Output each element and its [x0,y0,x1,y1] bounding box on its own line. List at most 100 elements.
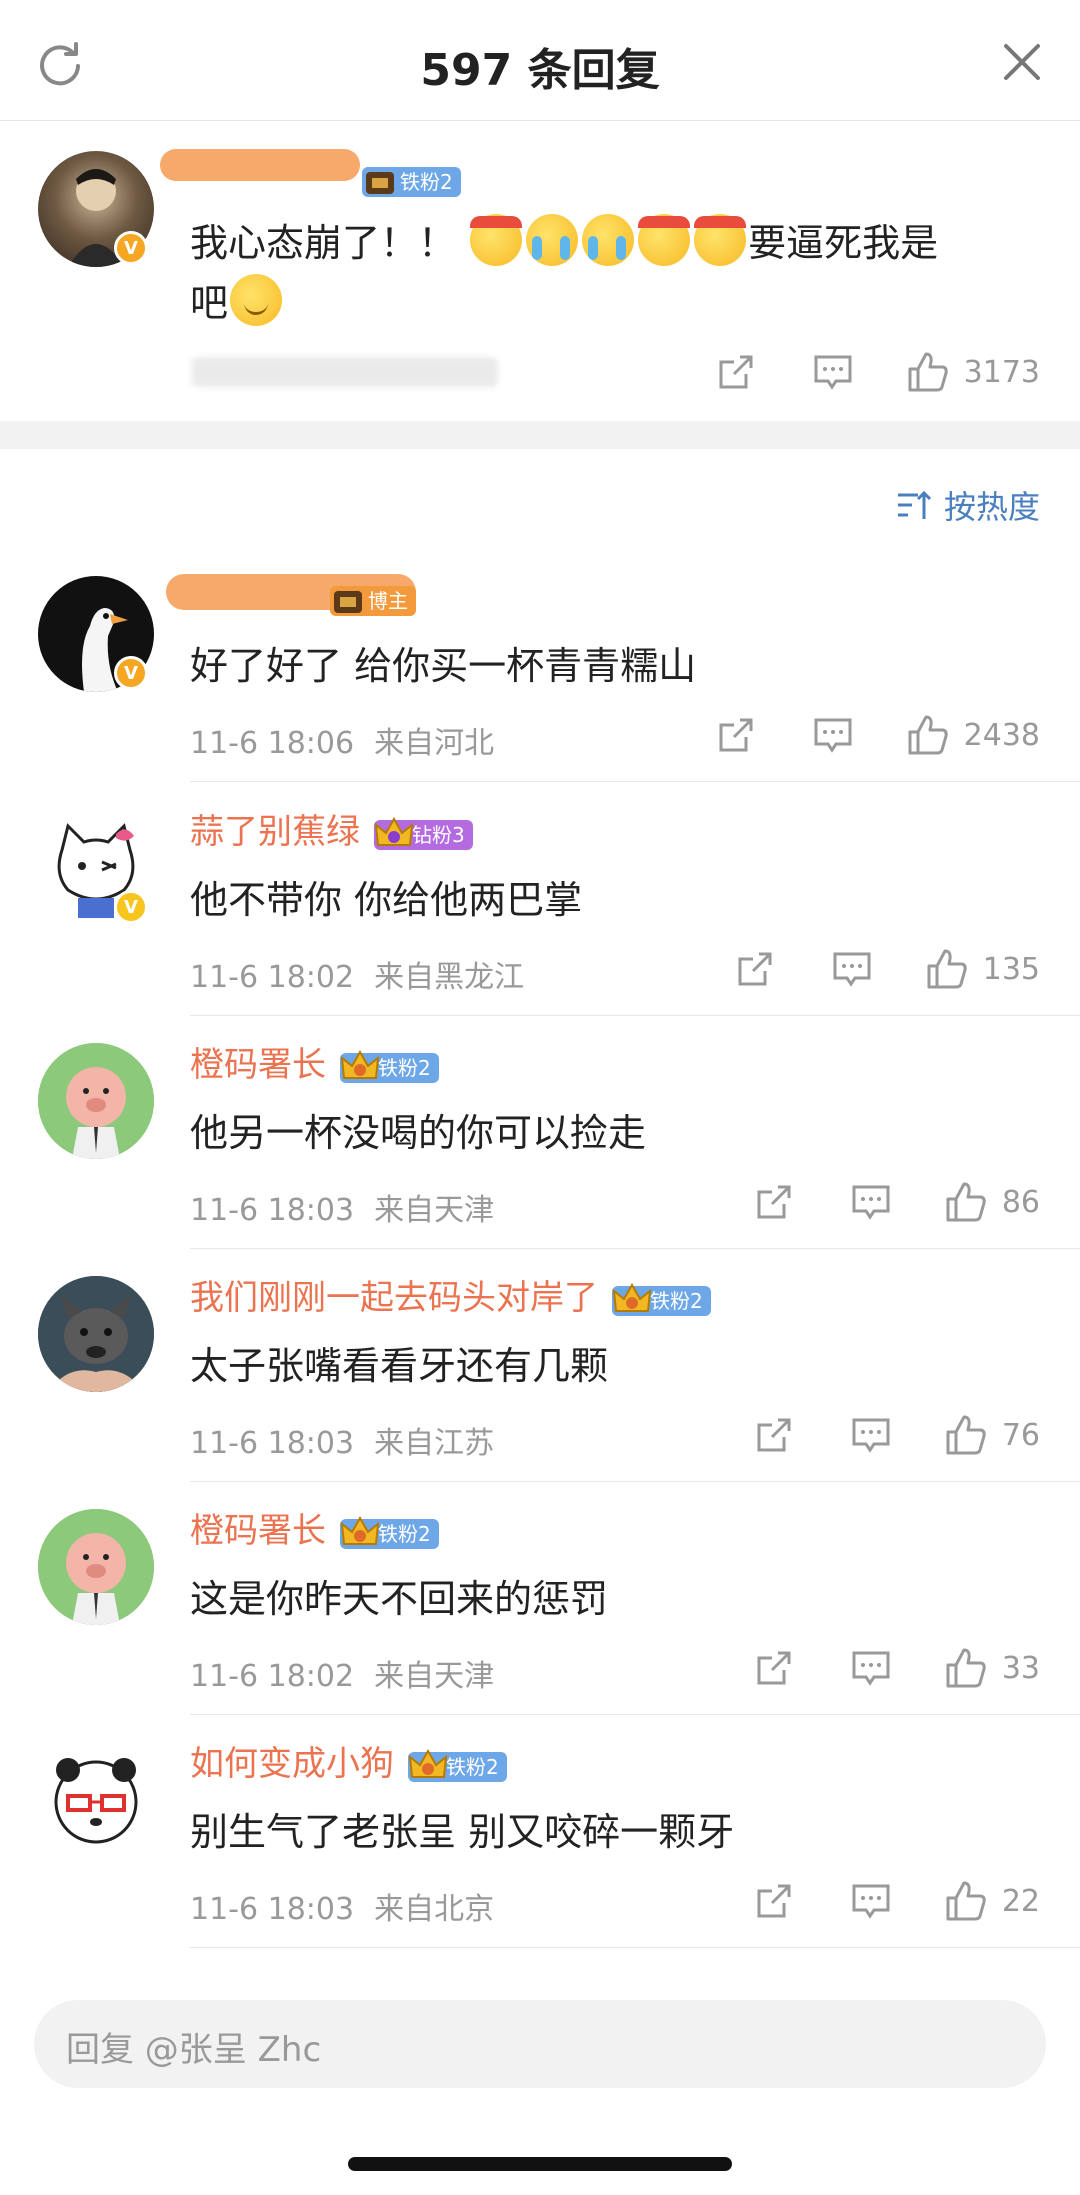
comment-icon [833,952,871,987]
share-icon [757,1884,791,1918]
comment-username[interactable]: 橙码署长 [190,1503,326,1552]
like-button[interactable]: 135 [925,947,1040,991]
fan-tag-label: 铁粉2 [650,1289,703,1313]
share-icon [757,1418,791,1452]
comment-button[interactable] [850,1415,892,1455]
like-count: 76 [1001,1417,1040,1453]
redacted-username [160,149,360,181]
like-button[interactable]: 3173 [906,350,1040,394]
comment-button[interactable] [850,1648,892,1688]
comment-location: 来自天津 [374,1659,495,1694]
comment-username[interactable]: 蒜了别蕉绿 [190,804,360,853]
comment-username[interactable]: 我们刚刚一起去码头对岸了 [190,1270,598,1319]
comment-button[interactable] [812,352,854,392]
share-button[interactable] [716,352,756,392]
post-text-line2: 吧 [190,273,284,333]
fan-tag: 博主 [330,586,416,616]
comment-item[interactable]: 如何变成小狗 铁粉2 别生气了老张呈 别又咬碎一颗牙 11-6 18:03 来自北京 22 [0,1714,1080,1948]
comment-actions: 135 [735,944,1040,994]
comment-time: 11-6 18:03 [190,1892,355,1927]
fan-tag: 铁粉2 [408,1748,507,1782]
comment-time: 11-6 18:02 [190,960,355,995]
share-button[interactable] [754,1881,794,1921]
comment-location: 来自黑龙江 [374,960,525,995]
share-button[interactable] [716,715,756,755]
comment-item[interactable]: 橙码署长 铁粉2 他另一杯没喝的你可以捡走 11-6 18:03 来自天津 86 [0,1015,1080,1249]
comment-item[interactable]: 我们刚刚一起去码头对岸了 铁粉2 太子张嘴看看牙还有几颗 11-6 18:03 来自江苏… [0,1248,1080,1482]
comment-text: 太子张嘴看看牙还有几颗 [190,1344,609,1388]
share-icon [757,1651,791,1685]
blurred-meta [192,357,498,387]
verified-badge-icon: V [114,890,148,924]
avatar[interactable] [38,1742,154,1858]
section-divider [0,421,1080,449]
home-indicator [348,2157,732,2171]
comment-button[interactable] [850,1881,892,1921]
thumbs-up-icon [908,352,948,392]
share-button[interactable] [754,1648,794,1688]
comment-icon [852,1651,890,1686]
page-title: 597 条回复 [420,45,660,96]
share-button[interactable] [754,1415,794,1455]
reply-input[interactable]: 回复 @张呈 Zhc [34,2000,1046,2088]
emoji-icon [582,214,635,266]
fan-tag-label: 铁粉2 [400,170,453,194]
comment-actions: 76 [754,1410,1040,1460]
comment-text: 别生气了老张呈 别又咬碎一颗牙 [190,1810,735,1854]
like-button[interactable]: 33 [944,1646,1040,1690]
comment-time: 11-6 18:02 [190,1659,355,1694]
comment-text: 他另一杯没喝的你可以捡走 [190,1111,647,1155]
smile-emoji-icon [230,274,283,326]
close-icon[interactable] [1000,40,1044,84]
thumbs-up-icon [908,715,948,755]
avatar[interactable] [38,1509,154,1625]
like-button[interactable]: 2438 [906,713,1040,757]
comment-icon [852,1418,890,1453]
comment-item[interactable]: 橙码署长 铁粉2 这是你昨天不回来的惩罚 11-6 18:02 来自天津 33 [0,1481,1080,1715]
comment-item[interactable]: V 蒜了别蕉绿 钻粉3 他不带你 你给他两巴掌 11-6 18:02 来自黑龙江 135 [0,782,1080,1016]
original-post: V 铁粉2 我心态崩了！！ 要逼死我是 吧 3173 [0,121,1080,421]
fan-tag-label: 钻粉3 [412,823,465,847]
comment-meta: 11-6 18:06 来自河北 [190,718,494,762]
fan-tag-label: 铁粉2 [378,1522,431,1546]
comment-icon [814,718,852,753]
comment-time: 11-6 18:03 [190,1193,355,1228]
sort-icon [897,490,932,519]
comment-button[interactable] [850,1182,892,1222]
avatar[interactable] [38,1043,154,1159]
comment-username[interactable]: 橙码署长 [190,1037,326,1086]
share-icon [738,952,772,986]
sort-label: 按热度 [943,488,1040,526]
fan-tag: 铁粉2 [362,167,461,197]
share-button[interactable] [754,1182,794,1222]
like-button[interactable]: 22 [944,1879,1040,1923]
comment-username[interactable]: 如何变成小狗 [190,1736,394,1785]
share-icon [719,355,753,389]
like-button[interactable]: 86 [944,1180,1040,1224]
comment-meta: 11-6 18:03 来自江苏 [190,1418,494,1462]
fan-level-icon [366,172,394,194]
post-actions: 3173 [716,347,1040,397]
crown-icon [340,1515,380,1545]
comment-button[interactable] [831,949,873,989]
sort-button[interactable]: 按热度 [896,480,1040,530]
avatar[interactable] [38,1276,154,1392]
like-count: 135 [982,951,1040,987]
comment-actions: 33 [754,1643,1040,1693]
comment-location: 来自河北 [374,726,495,761]
comment-time: 11-6 18:06 [190,726,355,761]
comment-item[interactable]: V 博主 好了好了 给你买一杯青青糯山 11-6 18:06 来自河北 2438 [0,548,1080,782]
like-button[interactable]: 76 [944,1413,1040,1457]
share-button[interactable] [735,949,775,989]
comment-button[interactable] [812,715,854,755]
share-icon [757,1185,791,1219]
comment-meta: 11-6 18:02 来自黑龙江 [190,952,524,996]
fan-level-icon [334,591,362,613]
fan-tag: 铁粉2 [612,1282,711,1316]
share-icon [719,718,753,752]
verified-badge-icon: V [114,231,148,265]
fan-tag: 铁粉2 [340,1049,439,1083]
crown-icon [408,1748,448,1778]
thumbs-up-icon [946,1648,986,1688]
comment-actions: 2438 [716,710,1040,760]
